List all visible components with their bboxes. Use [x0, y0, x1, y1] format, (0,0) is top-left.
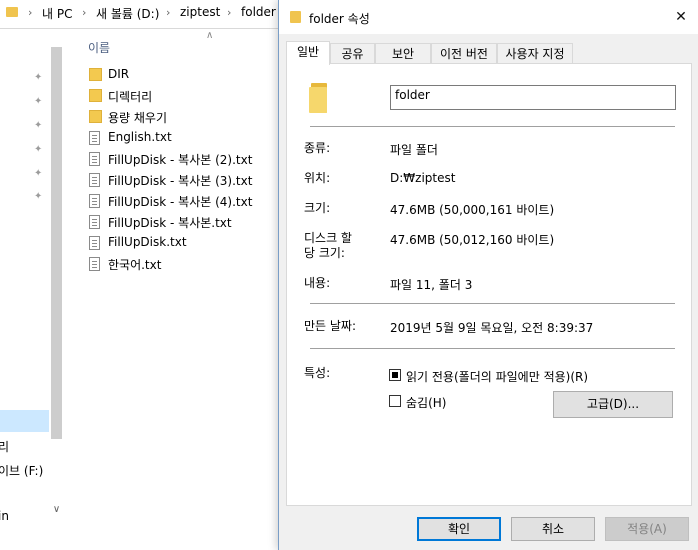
file-name: DIR — [108, 67, 130, 81]
list-item[interactable]: DIR — [88, 65, 278, 85]
text-file-icon — [89, 131, 100, 145]
text-file-icon — [89, 173, 100, 187]
tab-bar: 일반 공유 보안 이전 버전 사용자 지정 — [286, 41, 692, 65]
tab-general[interactable]: 일반 — [286, 41, 330, 65]
close-button[interactable]: ✕ — [671, 8, 691, 26]
divider — [310, 348, 675, 349]
list-item[interactable]: English.txt — [88, 128, 278, 148]
text-file-icon — [89, 257, 100, 271]
column-header-name[interactable]: 이름 — [88, 39, 110, 56]
folder-icon — [89, 110, 102, 123]
pin-icon: ✦ — [34, 168, 43, 179]
list-item[interactable]: 디렉터리 — [88, 86, 278, 106]
contains-value: 파일 11, 폴더 3 — [390, 278, 473, 292]
breadcrumb-drive[interactable]: 새 볼륨 (D:) — [96, 5, 159, 22]
list-item[interactable]: FillUpDisk - 복사본 (3).txt — [88, 170, 278, 190]
breadcrumb-folder[interactable]: folder — [241, 5, 276, 19]
ok-button[interactable]: 확인 — [417, 517, 501, 541]
folder-icon — [309, 83, 329, 113]
pin-icon: ✦ — [34, 191, 43, 202]
pin-icon: ✦ — [34, 72, 43, 83]
created-value: 2019년 5월 9일 목요일, 오전 8:39:37 — [390, 321, 594, 335]
list-item[interactable]: FillUpDisk.txt — [88, 233, 278, 253]
nav-selected-item[interactable] — [0, 410, 49, 432]
nav-item-label[interactable]: 이브 (F:) — [0, 462, 43, 479]
divider — [310, 126, 675, 127]
list-item[interactable]: FillUpDisk - 복사본.txt — [88, 212, 278, 232]
folder-icon — [89, 89, 102, 102]
scroll-down-arrow-icon[interactable]: ∨ — [50, 503, 63, 517]
hidden-checkbox[interactable] — [389, 395, 401, 407]
folder-icon — [89, 68, 102, 81]
folder-icon — [6, 7, 18, 17]
type-label: 종류: — [304, 141, 331, 155]
file-name: English.txt — [108, 130, 172, 144]
file-name: FillUpDisk - 복사본.txt — [108, 216, 232, 230]
file-name: 용량 채우기 — [108, 111, 168, 125]
apply-button[interactable]: 적용(A) — [605, 517, 689, 541]
breadcrumb-ziptest[interactable]: ziptest — [180, 5, 220, 19]
dialog-title-bar[interactable]: folder 속성 ✕ — [279, 0, 698, 34]
disk-size-label: 디스크 할 당 크기: — [304, 231, 352, 260]
file-name: FillUpDisk.txt — [108, 235, 187, 249]
chevron-right-icon[interactable]: › — [227, 6, 231, 19]
text-file-icon — [89, 194, 100, 208]
properties-dialog: folder 속성 ✕ 일반 공유 보안 이전 버전 사용자 지정 folder… — [278, 0, 698, 550]
tab-customize[interactable]: 사용자 지정 — [497, 43, 573, 63]
general-tab-panel: folder 종류: 파일 폴더 위치: D:₩ziptest 크기: 47.6… — [286, 63, 692, 506]
readonly-label[interactable]: 읽기 전용(폴더의 파일에만 적용)(R) — [406, 368, 588, 385]
size-value: 47.6MB (50,000,161 바이트) — [390, 203, 555, 217]
nav-item-label[interactable]: in — [0, 509, 9, 523]
disk-size-value: 47.6MB (50,012,160 바이트) — [390, 233, 555, 247]
folder-icon — [290, 11, 301, 23]
attributes-label: 특성: — [304, 366, 331, 380]
dialog-title: folder 속성 — [309, 12, 370, 26]
file-name: FillUpDisk - 복사본 (4).txt — [108, 195, 253, 209]
list-item[interactable]: FillUpDisk - 복사본 (2).txt — [88, 149, 278, 169]
readonly-checkbox[interactable] — [389, 369, 401, 381]
tab-sharing[interactable]: 공유 — [330, 43, 375, 63]
divider — [310, 303, 675, 304]
created-label: 만든 날짜: — [304, 319, 357, 333]
location-label: 위치: — [304, 171, 331, 185]
nav-item-label[interactable]: 리 — [0, 438, 9, 455]
contains-label: 내용: — [304, 276, 331, 290]
file-name: FillUpDisk - 복사본 (2).txt — [108, 153, 253, 167]
list-item[interactable]: 용량 채우기 — [88, 107, 278, 127]
location-value: D:₩ziptest — [390, 171, 456, 185]
file-name: 디렉터리 — [108, 90, 153, 104]
cancel-button[interactable]: 취소 — [511, 517, 595, 541]
navigation-pane: ✦ ✦ ✦ ✦ ✦ ✦ 리 이브 (F:) in ∨ — [0, 29, 64, 523]
nav-scrollbar-thumb[interactable] — [51, 47, 62, 439]
pin-icon: ✦ — [34, 120, 43, 131]
text-file-icon — [89, 236, 100, 250]
text-file-icon — [89, 215, 100, 229]
chevron-right-icon[interactable]: › — [82, 6, 86, 19]
type-value: 파일 폴더 — [390, 143, 438, 157]
pin-icon: ✦ — [34, 96, 43, 107]
file-name: FillUpDisk - 복사본 (3).txt — [108, 174, 253, 188]
list-item[interactable]: FillUpDisk - 복사본 (4).txt — [88, 191, 278, 211]
sort-ascending-icon: ∧ — [206, 30, 214, 41]
chevron-right-icon[interactable]: › — [166, 6, 170, 19]
tab-security[interactable]: 보안 — [375, 43, 431, 63]
advanced-button[interactable]: 고급(D)... — [553, 391, 673, 418]
list-item[interactable]: 한국어.txt — [88, 254, 278, 274]
pin-icon: ✦ — [34, 144, 43, 155]
hidden-label[interactable]: 숨김(H) — [406, 394, 446, 411]
text-file-icon — [89, 152, 100, 166]
size-label: 크기: — [304, 201, 331, 215]
file-name: 한국어.txt — [108, 258, 162, 272]
folder-name-input[interactable]: folder — [390, 85, 676, 110]
tab-previous-versions[interactable]: 이전 버전 — [431, 43, 497, 63]
chevron-right-icon[interactable]: › — [28, 6, 32, 19]
breadcrumb-my-pc[interactable]: 내 PC — [42, 5, 72, 22]
